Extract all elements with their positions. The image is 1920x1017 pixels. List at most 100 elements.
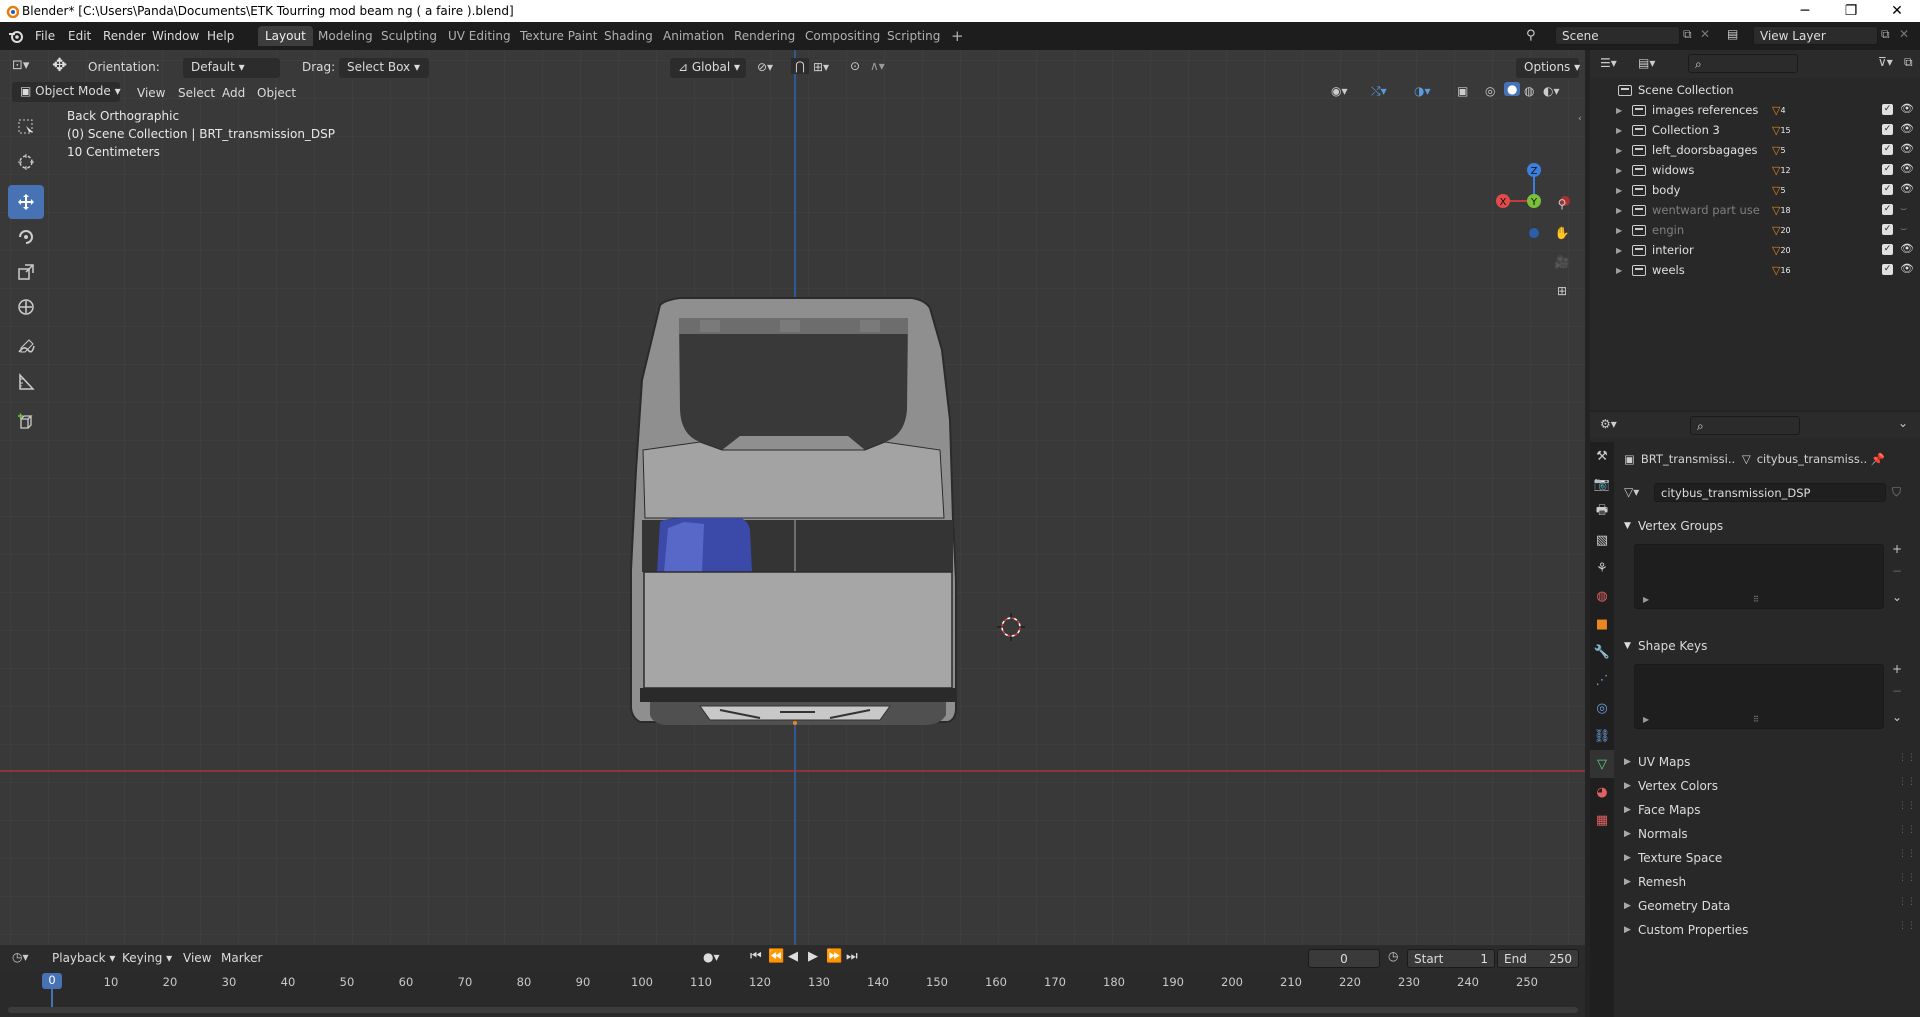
eye-icon[interactable]: 👁 bbox=[1900, 142, 1914, 155]
tab-modeling[interactable]: Modeling bbox=[311, 26, 380, 46]
ortho-grid-icon[interactable]: ⊞ bbox=[1548, 277, 1576, 305]
add-workspace-button[interactable]: + bbox=[944, 24, 971, 45]
wireframe-shading-icon[interactable]: ◎ bbox=[1485, 84, 1495, 98]
expand-arrow-icon[interactable]: ▶ bbox=[1616, 106, 1628, 115]
drag-handle-icon[interactable]: ⋮⋮ bbox=[1898, 897, 1916, 907]
visibility-icon[interactable]: ◉▾ bbox=[1331, 84, 1348, 98]
panel-collapsed[interactable]: ▶ Texture Space ⋮⋮ bbox=[1624, 846, 1916, 870]
menu-help[interactable]: Help bbox=[201, 27, 240, 45]
mesh-browse-icon[interactable]: ▽▾ bbox=[1624, 485, 1654, 499]
delete-scene-icon[interactable]: ✕ bbox=[1700, 27, 1710, 41]
viewport-menu-select[interactable]: Select bbox=[172, 84, 221, 102]
outliner-row[interactable]: ▶ widows ▽ 12 ✓ 👁 bbox=[1590, 160, 1920, 180]
eye-icon[interactable]: 👁 bbox=[1900, 162, 1914, 175]
exclude-checkbox[interactable]: ✓ bbox=[1882, 264, 1893, 275]
world-tab-icon[interactable]: ◍ bbox=[1590, 582, 1614, 610]
expand-arrow-icon[interactable]: ▶ bbox=[1616, 246, 1628, 255]
particles-tab-icon[interactable]: ⋰ bbox=[1590, 666, 1614, 694]
collapse-icon[interactable]: ⌄ bbox=[1898, 416, 1908, 430]
exclude-checkbox[interactable]: ✓ bbox=[1882, 244, 1893, 255]
move-tool[interactable] bbox=[8, 185, 44, 219]
exclude-checkbox[interactable]: ✓ bbox=[1882, 144, 1893, 155]
fake-user-icon[interactable]: ⛉ bbox=[1892, 485, 1901, 500]
shape-keys-list[interactable]: ▶ ⠿ bbox=[1634, 664, 1884, 729]
menu-file[interactable]: File bbox=[29, 27, 61, 45]
panel-collapsed[interactable]: ▶ Custom Properties ⋮⋮ bbox=[1624, 918, 1916, 942]
tab-uv-editing[interactable]: UV Editing bbox=[441, 26, 518, 46]
menu-edit[interactable]: Edit bbox=[62, 27, 97, 45]
rendered-shading-icon[interactable]: ◐▾ bbox=[1543, 84, 1560, 98]
pivot-point-icon[interactable]: ⊘▾ bbox=[757, 60, 773, 74]
add-cube-tool[interactable] bbox=[8, 405, 44, 439]
resize-grip-icon[interactable]: ⠿ bbox=[1753, 595, 1759, 604]
scene-icon[interactable]: ⚲ bbox=[1526, 28, 1536, 43]
expand-arrow-icon[interactable]: ▶ bbox=[1616, 146, 1628, 155]
scale-tool[interactable] bbox=[8, 255, 44, 289]
view-layer-icon[interactable]: ▤ bbox=[1727, 27, 1738, 41]
cursor-tool[interactable] bbox=[8, 145, 44, 179]
list-expand-icon[interactable]: ▶ bbox=[1643, 595, 1649, 604]
falloff-icon[interactable]: ∧▾ bbox=[870, 59, 885, 73]
list-expand-icon[interactable]: ▶ bbox=[1643, 715, 1649, 724]
render-tab-icon[interactable]: 📷 bbox=[1590, 470, 1614, 498]
add-shape-key-icon[interactable]: + bbox=[1892, 662, 1902, 676]
eye-icon[interactable]: 👁 bbox=[1900, 102, 1914, 115]
select-box-tool[interactable] bbox=[8, 110, 44, 144]
data-block-field[interactable]: citybus_transmission_DSP bbox=[1654, 482, 1886, 502]
camera-view-icon[interactable]: 🎥 bbox=[1548, 248, 1576, 276]
orientation-dropdown[interactable]: Default ▾ bbox=[183, 58, 280, 78]
eye-icon[interactable]: 👁 bbox=[1900, 262, 1914, 275]
drag-handle-icon[interactable]: ⋮⋮ bbox=[1898, 921, 1916, 931]
timeline-scrollbar[interactable] bbox=[8, 1007, 1578, 1013]
rotate-tool[interactable] bbox=[8, 220, 44, 254]
restore-button[interactable]: ❐ bbox=[1828, 0, 1874, 22]
mode-dropdown[interactable]: ▣ Object Mode ▾ bbox=[12, 82, 121, 102]
copy-view-layer-icon[interactable]: ⧉ bbox=[1881, 27, 1890, 42]
add-vertex-group-icon[interactable]: + bbox=[1892, 542, 1902, 556]
filter-icon[interactable]: ⊽▾ bbox=[1878, 55, 1893, 69]
eye-icon[interactable]: 👁 bbox=[1900, 122, 1914, 135]
expand-arrow-icon[interactable]: ▶ bbox=[1616, 186, 1628, 195]
proportional-edit-icon[interactable]: ⊙ bbox=[850, 59, 860, 73]
vertex-groups-list[interactable]: ▶ ⠿ bbox=[1634, 544, 1884, 609]
properties-editor-icon[interactable]: ⚙▾ bbox=[1600, 417, 1617, 431]
snap-target-icon[interactable]: ⊞▾ bbox=[813, 60, 829, 74]
scene-tab-icon[interactable]: ⚘ bbox=[1590, 554, 1614, 582]
exclude-checkbox[interactable]: ✓ bbox=[1882, 124, 1893, 135]
panel-collapsed[interactable]: ▶ Vertex Colors ⋮⋮ bbox=[1624, 774, 1916, 798]
tab-layout[interactable]: Layout bbox=[258, 26, 313, 46]
transform-tool[interactable] bbox=[8, 290, 44, 324]
panel-shape-keys[interactable]: ▼ Shape Keys bbox=[1624, 634, 1912, 658]
drag-handle-icon[interactable]: ⋮⋮ bbox=[1898, 849, 1916, 859]
exclude-checkbox[interactable]: ✓ bbox=[1882, 204, 1893, 215]
gizmo-toggle-icon[interactable]: ⤭▾ bbox=[1371, 84, 1387, 99]
constraints-tab-icon[interactable]: ⛓ bbox=[1590, 722, 1614, 750]
expand-arrow-icon[interactable]: ▶ bbox=[1616, 166, 1628, 175]
tab-compositing[interactable]: Compositing bbox=[798, 26, 887, 46]
output-tab-icon[interactable]: 🖶 bbox=[1590, 498, 1614, 526]
editor-type-icon[interactable]: ⊡▾ bbox=[12, 58, 29, 73]
expand-arrow-icon[interactable]: ▶ bbox=[1616, 266, 1628, 275]
remove-vertex-group-icon[interactable]: − bbox=[1892, 564, 1902, 578]
texture-tab-icon[interactable]: ▦ bbox=[1590, 806, 1614, 834]
annotate-tool[interactable] bbox=[8, 330, 44, 364]
object-tab-icon[interactable]: ■ bbox=[1590, 610, 1614, 638]
outliner-editor-icon[interactable]: ☰▾ bbox=[1600, 56, 1617, 70]
outliner-row[interactable]: ▶ engin ▽ 20 ✓ ⌣ bbox=[1590, 220, 1920, 240]
close-window-button[interactable]: ✕ bbox=[1874, 0, 1920, 22]
sidebar-toggle-icon[interactable]: ‹ bbox=[1578, 114, 1582, 124]
panel-collapsed[interactable]: ▶ Remesh ⋮⋮ bbox=[1624, 870, 1916, 894]
viewport-menu-object[interactable]: Object bbox=[251, 84, 302, 102]
viewport-menu-view[interactable]: View bbox=[131, 84, 171, 102]
eye-icon[interactable]: ⌣ bbox=[1900, 222, 1907, 236]
menu-render[interactable]: Render bbox=[97, 27, 152, 45]
zoom-icon[interactable]: ⚲ bbox=[1548, 190, 1576, 218]
tab-texture-paint[interactable]: Texture Paint bbox=[513, 26, 604, 46]
new-collection-icon[interactable]: ⧉ bbox=[1904, 55, 1913, 70]
delete-view-layer-icon[interactable]: ✕ bbox=[1899, 27, 1909, 41]
scene-field[interactable]: Scene bbox=[1555, 26, 1680, 45]
copy-scene-icon[interactable]: ⧉ bbox=[1683, 27, 1692, 42]
tab-sculpting[interactable]: Sculpting bbox=[374, 26, 444, 46]
outliner-row[interactable]: ▶ wentward part use ▽ 18 ✓ ⌣ bbox=[1590, 200, 1920, 220]
drag-handle-icon[interactable]: ⋮⋮ bbox=[1898, 873, 1916, 883]
